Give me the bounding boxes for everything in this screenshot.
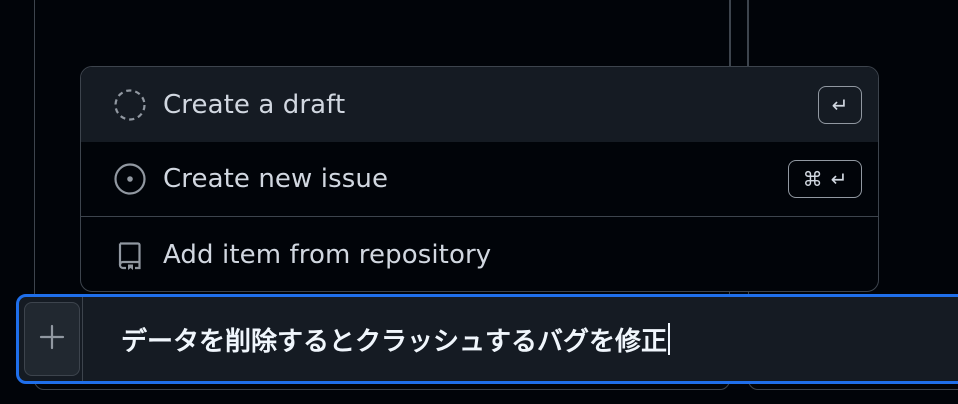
enter-icon: ↵ [831, 92, 849, 117]
plus-icon [39, 324, 65, 354]
add-item-input-row: データを削除するとクラッシュするバグを修正 [16, 294, 958, 384]
add-item-menu: Create a draft ↵ Create new issue ⌘ ↵ Ad… [80, 66, 879, 292]
menu-item-add-from-repository[interactable]: Add item from repository [81, 217, 878, 291]
menu-item-label: Create a draft [163, 89, 346, 120]
menu-item-label: Create new issue [163, 164, 389, 194]
menu-item-label: Add item from repository [163, 239, 492, 270]
dashed-circle-icon [113, 88, 147, 122]
item-title-input[interactable]: データを削除するとクラッシュするバグを修正 [121, 297, 671, 381]
enter-icon: ↵ [830, 167, 848, 191]
input-separator [82, 297, 83, 381]
text-caret [668, 323, 671, 355]
command-icon: ⌘ [802, 167, 823, 191]
repo-icon [113, 238, 147, 272]
menu-item-create-draft[interactable]: Create a draft ↵ [81, 67, 878, 142]
issue-opened-icon [113, 162, 147, 196]
cmd-enter-shortcut: ⌘ ↵ [788, 160, 862, 198]
enter-key-shortcut: ↵ [818, 85, 862, 124]
add-item-button[interactable] [24, 302, 80, 376]
menu-item-create-issue[interactable]: Create new issue ⌘ ↵ [81, 142, 878, 216]
item-title-value: データを削除するとクラッシュするバグを修正 [121, 326, 668, 357]
